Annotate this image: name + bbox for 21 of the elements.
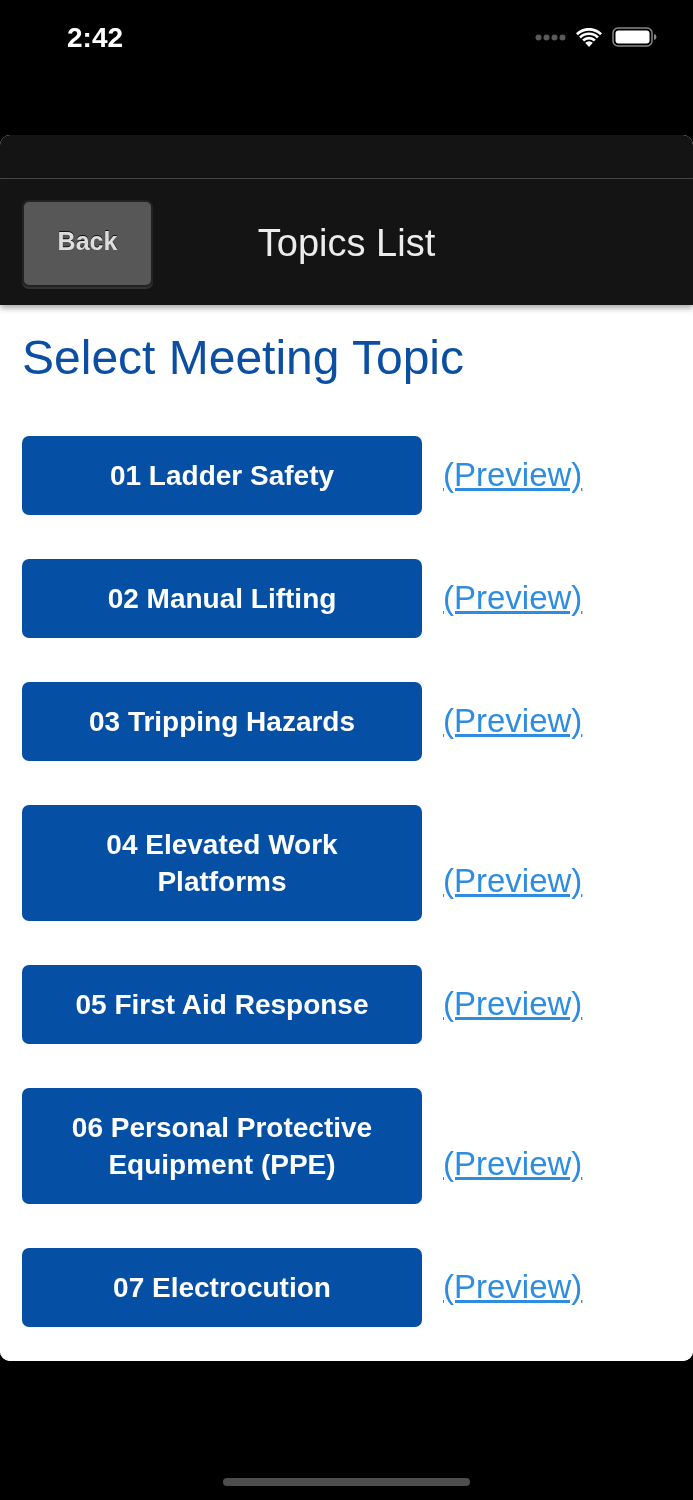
- topic-button[interactable]: 02 Manual Lifting: [22, 559, 422, 638]
- header-title: Topics List: [257, 220, 436, 266]
- topic-button[interactable]: 03 Tripping Hazards: [22, 682, 422, 761]
- preview-link[interactable]: (Preview): [443, 1267, 583, 1307]
- preview-link[interactable]: (Preview): [443, 984, 583, 1024]
- topic-button[interactable]: 01 Ladder Safety: [22, 436, 422, 515]
- wifi-icon: [576, 27, 602, 47]
- page-heading: Select Meeting Topic: [22, 330, 465, 386]
- preview-link[interactable]: (Preview): [443, 455, 583, 495]
- back-button[interactable]: Back: [22, 200, 153, 287]
- topic-button[interactable]: 07 Electrocution: [22, 1248, 422, 1327]
- topic-button[interactable]: 04 Elevated Work Platforms: [22, 805, 422, 921]
- status-time: 2:42: [67, 22, 124, 54]
- preview-link[interactable]: (Preview): [443, 861, 583, 901]
- battery-icon: [612, 27, 657, 47]
- preview-link[interactable]: (Preview): [443, 701, 583, 741]
- signal-dots-icon: [535, 33, 566, 41]
- preview-link[interactable]: (Preview): [443, 1144, 583, 1184]
- topic-button[interactable]: 05 First Aid Response: [22, 965, 422, 1044]
- topic-button[interactable]: 06 Personal Protective Equipment (PPE): [22, 1088, 422, 1204]
- preview-link[interactable]: (Preview): [443, 578, 583, 618]
